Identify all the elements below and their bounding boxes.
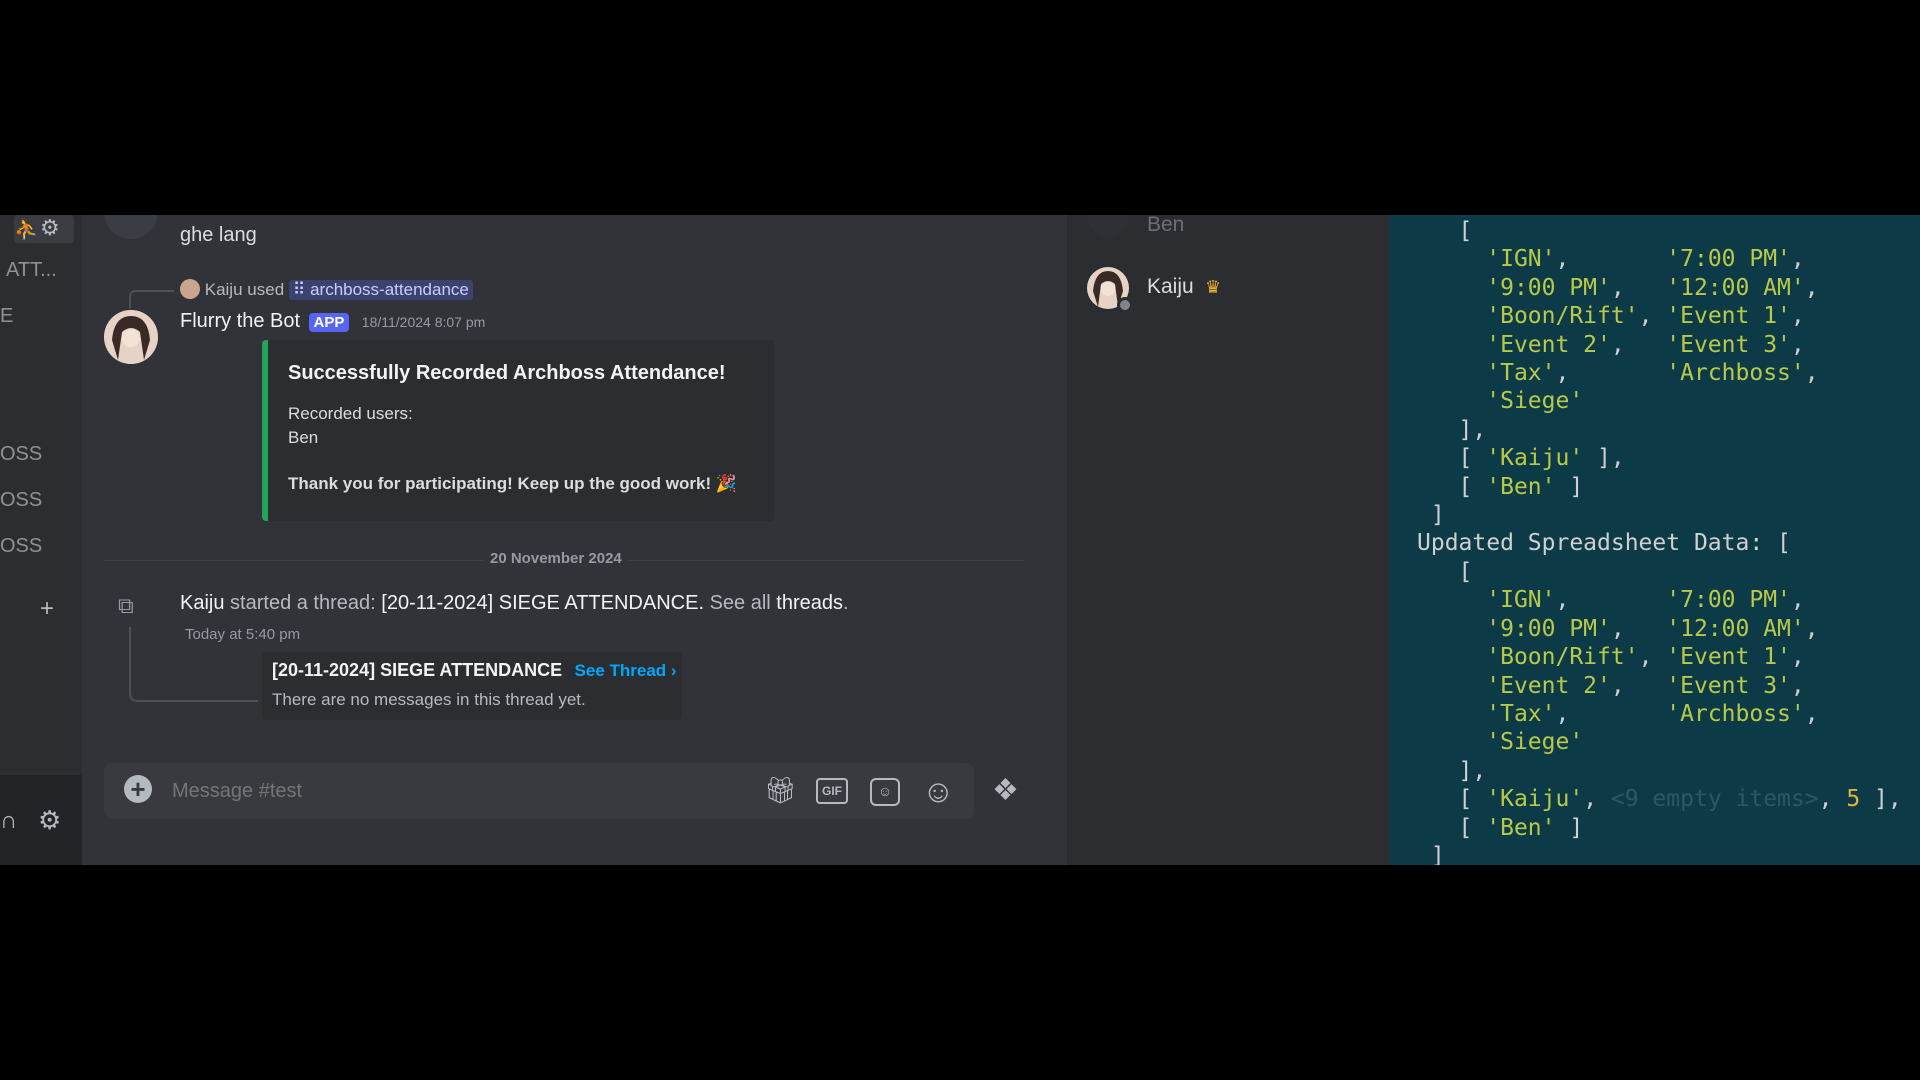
sidebar-header-icons[interactable]: ⛹ ⚙ bbox=[14, 215, 74, 243]
thread-card-empty: There are no messages in this thread yet… bbox=[272, 690, 586, 709]
embed-recorded-user: Ben bbox=[288, 428, 319, 447]
thread-card[interactable]: [20-11-2024] SIEGE ATTENDANCE See Thread… bbox=[262, 652, 682, 720]
member-item[interactable]: Ben bbox=[1087, 215, 1367, 245]
terminal-panel: [ 'IGN', '7:00 PM', '9:00 PM', '12:00 AM… bbox=[1389, 215, 1920, 865]
embed-title: Successfully Recorded Archboss Attendanc… bbox=[288, 362, 726, 384]
avatar bbox=[1087, 215, 1129, 237]
screen-band: ⛹ ⚙ ATT... E OSS OSS OSS + ∩ ⚙ ghe lang … bbox=[0, 215, 1920, 865]
embed-thanks: Thank you for participating! Keep up the… bbox=[288, 474, 738, 493]
channel-sidebar: ⛹ ⚙ ATT... E OSS OSS OSS + ∩ ⚙ bbox=[0, 215, 82, 865]
console-empty-items: <9 empty items> bbox=[1610, 786, 1819, 813]
thread-event-name[interactable]: [20-11-2024] SIEGE ATTENDANCE bbox=[381, 592, 698, 614]
channel-item[interactable]: OSS bbox=[0, 535, 42, 558]
member-name: Kaiju bbox=[1147, 275, 1194, 298]
apps-icon[interactable]: ❖ bbox=[992, 773, 1019, 808]
command-user[interactable]: Kaiju bbox=[205, 280, 243, 299]
anime-avatar-icon bbox=[104, 310, 158, 364]
command-used-label: used bbox=[247, 280, 285, 299]
reply-connector bbox=[129, 290, 174, 309]
console-number: 5 bbox=[1846, 786, 1861, 813]
user-panel: ∩ ⚙ bbox=[0, 775, 82, 865]
bot-embed: Successfully Recorded Archboss Attendanc… bbox=[262, 340, 774, 521]
thread-event-line: Kaiju started a thread: [20-11-2024] SIE… bbox=[180, 592, 849, 614]
thread-connector bbox=[129, 627, 258, 702]
channel-item[interactable]: OSS bbox=[0, 489, 42, 512]
channel-item[interactable]: ATT... bbox=[6, 259, 57, 282]
command-name[interactable]: archboss-attendance bbox=[310, 280, 469, 299]
avatar[interactable] bbox=[104, 215, 158, 239]
chat-area: ghe lang Kaiju used ⠿ archboss-attendanc… bbox=[82, 215, 1140, 865]
gif-icon[interactable]: GIF bbox=[816, 778, 848, 804]
bot-message-header: Flurry the Bot APP 18/11/2024 8:07 pm bbox=[180, 310, 485, 333]
channel-item[interactable]: E bbox=[0, 305, 13, 328]
bot-avatar[interactable] bbox=[104, 310, 158, 364]
date-divider-label: 20 November 2024 bbox=[484, 550, 628, 567]
message-text: ghe lang bbox=[180, 224, 257, 246]
add-channel-button[interactable]: + bbox=[40, 595, 54, 623]
thread-icon: ⧉ bbox=[118, 593, 134, 618]
member-name: Ben bbox=[1147, 215, 1185, 236]
thread-event-user[interactable]: Kaiju bbox=[180, 592, 224, 614]
message-composer[interactable]: + 🎁︎ GIF ☺ ☺ bbox=[104, 763, 974, 819]
terminal-output: [ 'IGN', '7:00 PM', '9:00 PM', '12:00 AM… bbox=[1417, 218, 1902, 865]
mini-avatar[interactable] bbox=[180, 279, 200, 299]
command-usage-line: Kaiju used ⠿ archboss-attendance bbox=[180, 279, 473, 300]
console-updated-label: Updated Spreadsheet Data: [ bbox=[1417, 530, 1791, 557]
status-indicator bbox=[1117, 297, 1133, 313]
sticker-icon[interactable]: ☺ bbox=[870, 778, 900, 806]
see-thread-link[interactable]: See Thread › bbox=[575, 661, 677, 680]
member-list: Ben Kaiju ♛ bbox=[1067, 215, 1389, 865]
slash-command-chip[interactable]: ⠿ archboss-attendance bbox=[288, 280, 473, 300]
crown-icon: ♛ bbox=[1205, 277, 1222, 297]
member-item[interactable]: Kaiju ♛ bbox=[1087, 267, 1367, 317]
bot-name[interactable]: Flurry the Bot bbox=[180, 310, 300, 332]
see-all-label: See all bbox=[709, 592, 771, 614]
message-timestamp: 18/11/2024 8:07 pm bbox=[361, 314, 486, 330]
app-badge: APP bbox=[308, 313, 350, 332]
gift-icon[interactable]: 🎁︎ bbox=[764, 775, 797, 806]
channel-item[interactable]: OSS bbox=[0, 443, 42, 466]
threads-link[interactable]: threads bbox=[776, 592, 843, 614]
add-attachment-icon[interactable]: + bbox=[124, 775, 152, 803]
message-input[interactable] bbox=[170, 775, 674, 807]
emoji-icon[interactable]: ☺ bbox=[922, 773, 955, 810]
thread-card-name[interactable]: [20-11-2024] SIEGE ATTENDANCE bbox=[272, 660, 562, 680]
gear-icon[interactable]: ⚙ bbox=[40, 215, 60, 241]
thread-event-action: started a thread: bbox=[230, 592, 376, 614]
settings-gear-icon[interactable]: ⚙ bbox=[38, 805, 61, 836]
embed-recorded-label: Recorded users: bbox=[288, 404, 413, 423]
people-icon[interactable]: ⛹ bbox=[14, 217, 39, 242]
headset-icon[interactable]: ∩ bbox=[0, 807, 17, 835]
